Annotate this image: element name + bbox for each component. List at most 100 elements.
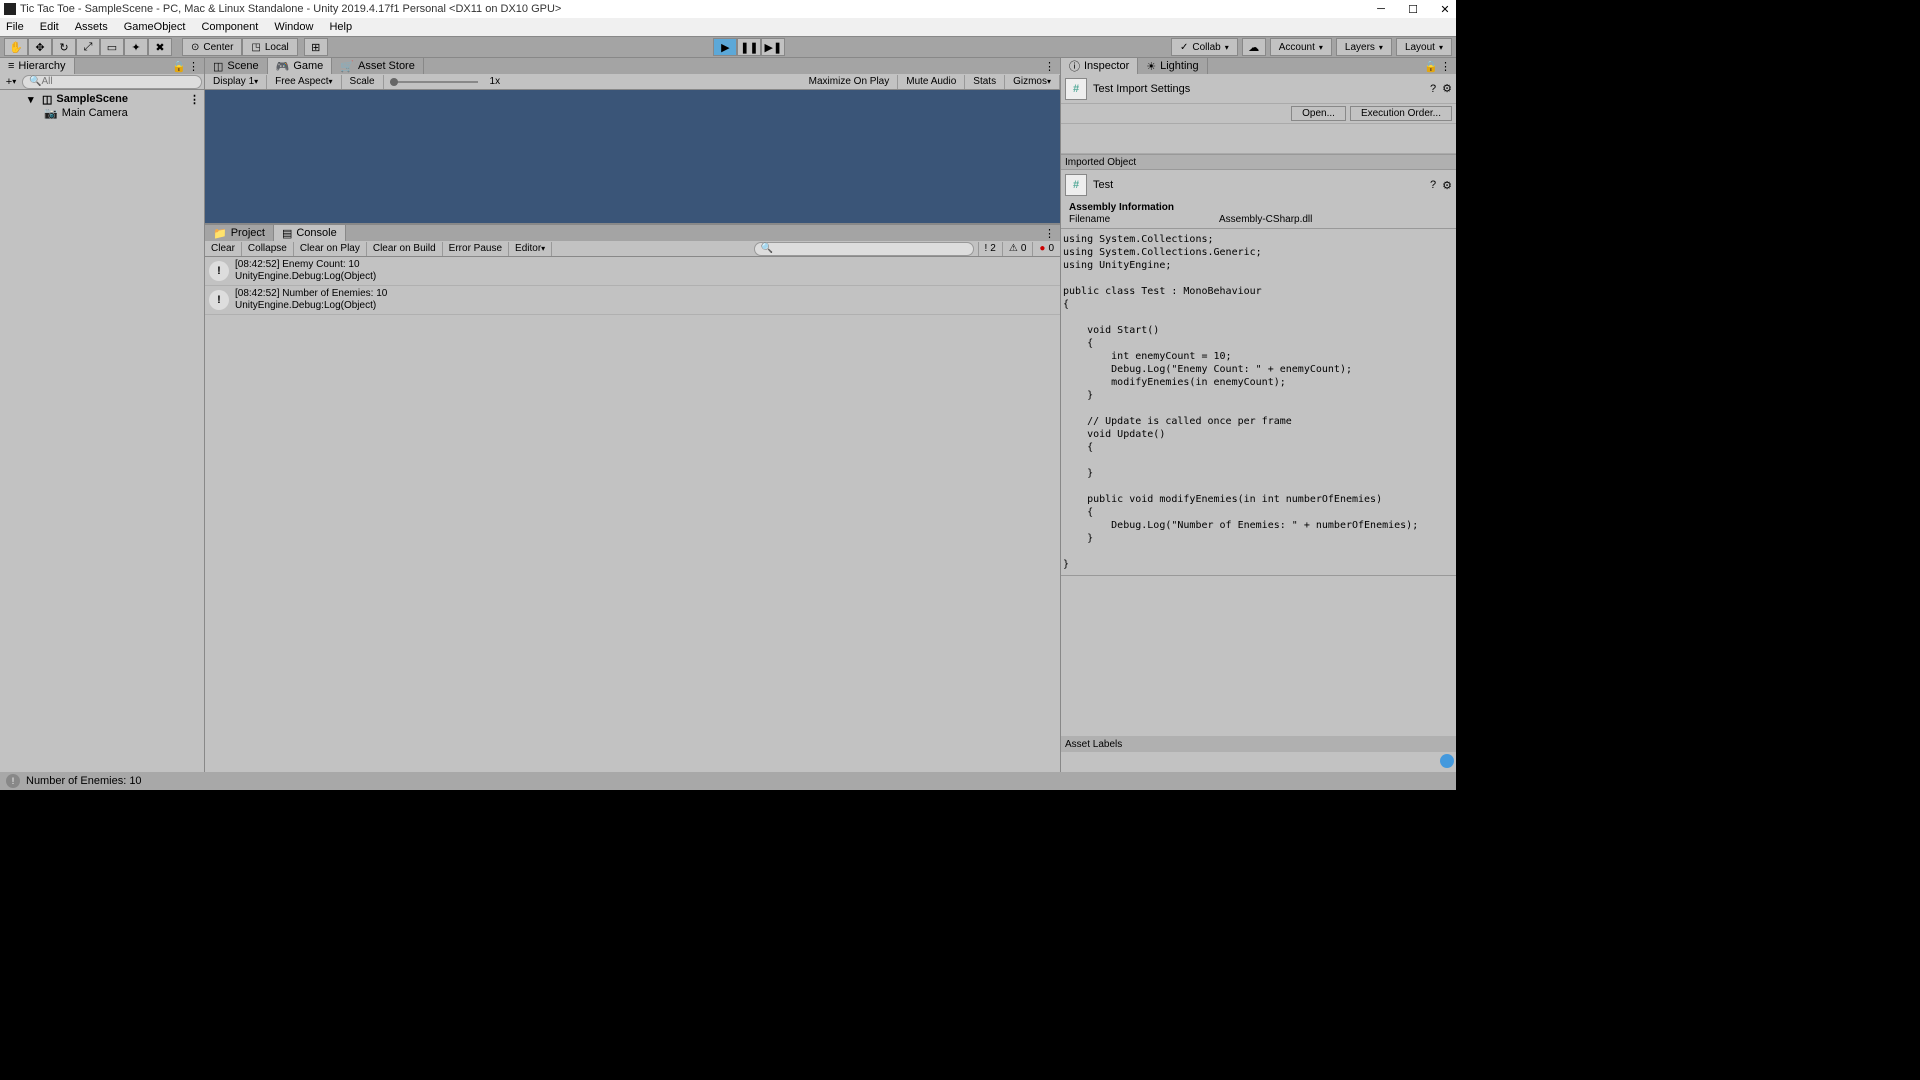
status-message: Number of Enemies: 10 bbox=[26, 775, 142, 787]
project-tab[interactable]: 📁Project bbox=[205, 225, 274, 241]
display-dropdown[interactable]: Display 1 ▾ bbox=[205, 75, 267, 89]
menu-file[interactable]: File bbox=[6, 21, 24, 33]
info-icon: ! bbox=[209, 261, 229, 281]
console-entry[interactable]: ! [08:42:52] Enemy Count: 10 UnityEngine… bbox=[205, 257, 1060, 286]
rect-tool-button[interactable]: ▭ bbox=[100, 38, 124, 56]
assembly-info-header: Assembly Information bbox=[1069, 202, 1448, 213]
maximize-toggle[interactable]: Maximize On Play bbox=[801, 75, 899, 89]
gizmos-dropdown[interactable]: Gizmos ▾ bbox=[1005, 75, 1060, 89]
layout-dropdown[interactable]: Layout▾ bbox=[1396, 38, 1452, 56]
label-icon[interactable] bbox=[1440, 754, 1454, 768]
custom-tool-button[interactable]: ✖ bbox=[148, 38, 172, 56]
transform-tool-button[interactable]: ✦ bbox=[124, 38, 148, 56]
unity-editor-window: Tic Tac Toe - SampleScene - PC, Mac & Li… bbox=[0, 0, 1456, 790]
pause-button[interactable]: ❚❚ bbox=[737, 38, 761, 56]
scale-value: 1x bbox=[484, 76, 507, 87]
menu-edit[interactable]: Edit bbox=[40, 21, 59, 33]
local-toggle[interactable]: ◳Local bbox=[242, 38, 297, 56]
step-button[interactable]: ▶❚ bbox=[761, 38, 785, 56]
execution-order-button[interactable]: Execution Order... bbox=[1350, 106, 1452, 121]
play-button[interactable]: ▶ bbox=[713, 38, 737, 56]
gear-icon[interactable]: ⚙ bbox=[1442, 82, 1452, 95]
menu-icon[interactable]: ⋮ bbox=[1044, 227, 1056, 239]
snap-toggle[interactable]: ⊞ bbox=[304, 38, 328, 56]
scene-item[interactable]: ▾ ◫ SampleScene ⋮ bbox=[0, 92, 204, 106]
menu-icon[interactable]: ⋮ bbox=[188, 60, 200, 72]
maximize-button[interactable]: ☐ bbox=[1406, 2, 1420, 16]
close-button[interactable]: ✕ bbox=[1438, 2, 1452, 16]
filename-label: Filename bbox=[1069, 214, 1219, 225]
lock-icon[interactable]: 🔒 bbox=[172, 60, 184, 72]
inspector-panel: ⓘInspector ☀Lighting 🔒⋮ # Test Import Se… bbox=[1060, 58, 1456, 772]
asset-store-tab[interactable]: 🛒Asset Store bbox=[332, 58, 424, 74]
menu-help[interactable]: Help bbox=[329, 21, 352, 33]
collapse-toggle[interactable]: Collapse bbox=[242, 242, 294, 256]
help-icon[interactable]: ? bbox=[1430, 83, 1436, 95]
hierarchy-search-input[interactable]: 🔍All bbox=[22, 75, 202, 89]
menu-component[interactable]: Component bbox=[201, 21, 258, 33]
menu-gameobject[interactable]: GameObject bbox=[124, 21, 186, 33]
error-count-toggle[interactable]: ●0 bbox=[1032, 242, 1060, 256]
local-icon: ◳ bbox=[251, 42, 260, 53]
chevron-down-icon: ▾ bbox=[1319, 43, 1323, 52]
rotate-tool-button[interactable]: ↻ bbox=[52, 38, 76, 56]
create-dropdown[interactable]: + ▾ bbox=[2, 75, 20, 89]
pivot-toggle[interactable]: ⊙Center bbox=[182, 38, 242, 56]
scale-slider[interactable] bbox=[384, 75, 484, 89]
scene-tab[interactable]: ◫Scene bbox=[205, 58, 268, 74]
hierarchy-panel: ≡Hierarchy 🔒 ⋮ + ▾ 🔍All ▾ ◫ SampleScene ⋮… bbox=[0, 58, 205, 772]
console-entry[interactable]: ! [08:42:52] Number of Enemies: 10 Unity… bbox=[205, 286, 1060, 315]
inspector-tab[interactable]: ⓘInspector bbox=[1061, 58, 1138, 74]
camera-icon: 📷 bbox=[44, 107, 58, 120]
open-button[interactable]: Open... bbox=[1291, 106, 1346, 121]
cloud-button[interactable]: ☁ bbox=[1242, 38, 1266, 56]
info-count-toggle[interactable]: !2 bbox=[978, 242, 1002, 256]
status-bar[interactable]: ! Number of Enemies: 10 bbox=[0, 772, 1456, 790]
stats-toggle[interactable]: Stats bbox=[965, 75, 1005, 89]
lock-icon[interactable]: 🔒 bbox=[1424, 60, 1436, 72]
menu-icon[interactable]: ⋮ bbox=[1440, 60, 1452, 72]
help-icon[interactable]: ? bbox=[1430, 179, 1436, 191]
store-icon: 🛒 bbox=[340, 60, 354, 73]
clear-button[interactable]: Clear bbox=[205, 242, 242, 256]
menu-icon[interactable]: ⋮ bbox=[1044, 60, 1056, 72]
warn-count-toggle[interactable]: ⚠0 bbox=[1002, 242, 1033, 256]
warn-icon: ⚠ bbox=[1009, 243, 1018, 254]
menubar: File Edit Assets GameObject Component Wi… bbox=[0, 18, 1456, 36]
lighting-tab[interactable]: ☀Lighting bbox=[1138, 58, 1207, 74]
chevron-down-icon: ▾ bbox=[1225, 43, 1229, 52]
unity-logo-icon bbox=[4, 3, 16, 15]
mute-toggle[interactable]: Mute Audio bbox=[898, 75, 965, 89]
hand-tool-button[interactable]: ✋ bbox=[4, 38, 28, 56]
clear-on-build-toggle[interactable]: Clear on Build bbox=[367, 242, 443, 256]
clear-on-play-toggle[interactable]: Clear on Play bbox=[294, 242, 367, 256]
hierarchy-tab[interactable]: ≡Hierarchy bbox=[0, 58, 75, 74]
object-name: Test bbox=[1093, 179, 1113, 191]
main-area: ≡Hierarchy 🔒 ⋮ + ▾ 🔍All ▾ ◫ SampleScene ⋮… bbox=[0, 58, 1456, 772]
scene-icon: ◫ bbox=[213, 60, 223, 73]
editor-dropdown[interactable]: Editor ▾ bbox=[509, 242, 552, 256]
gear-icon[interactable]: ⚙ bbox=[1442, 179, 1452, 192]
info-icon: ! bbox=[6, 774, 20, 788]
foldout-icon[interactable]: ▾ bbox=[28, 94, 38, 104]
game-viewport[interactable] bbox=[205, 90, 1060, 223]
scene-menu-icon[interactable]: ⋮ bbox=[189, 93, 204, 106]
info-icon: ! bbox=[209, 290, 229, 310]
console-tab[interactable]: ▤Console bbox=[274, 225, 346, 241]
account-dropdown[interactable]: Account▾ bbox=[1270, 38, 1332, 56]
collab-dropdown[interactable]: ✓Collab▾ bbox=[1171, 38, 1238, 56]
game-tab[interactable]: 🎮Game bbox=[268, 58, 333, 74]
move-tool-button[interactable]: ✥ bbox=[28, 38, 52, 56]
scale-tool-button[interactable]: ⤢ bbox=[76, 38, 100, 56]
layers-dropdown[interactable]: Layers▾ bbox=[1336, 38, 1392, 56]
aspect-dropdown[interactable]: Free Aspect ▾ bbox=[267, 75, 341, 89]
search-icon: 🔍 bbox=[29, 76, 41, 87]
error-pause-toggle[interactable]: Error Pause bbox=[443, 242, 509, 256]
gameobject-item[interactable]: 📷 Main Camera bbox=[0, 106, 204, 120]
main-toolbar: ✋ ✥ ↻ ⤢ ▭ ✦ ✖ ⊙Center ◳Local ⊞ ▶ ❚❚ ▶❚ ✓… bbox=[0, 36, 1456, 58]
console-search-input[interactable]: 🔍 bbox=[754, 242, 974, 256]
minimize-button[interactable]: ─ bbox=[1374, 2, 1388, 16]
script-icon: # bbox=[1065, 174, 1087, 196]
menu-window[interactable]: Window bbox=[274, 21, 313, 33]
menu-assets[interactable]: Assets bbox=[75, 21, 108, 33]
